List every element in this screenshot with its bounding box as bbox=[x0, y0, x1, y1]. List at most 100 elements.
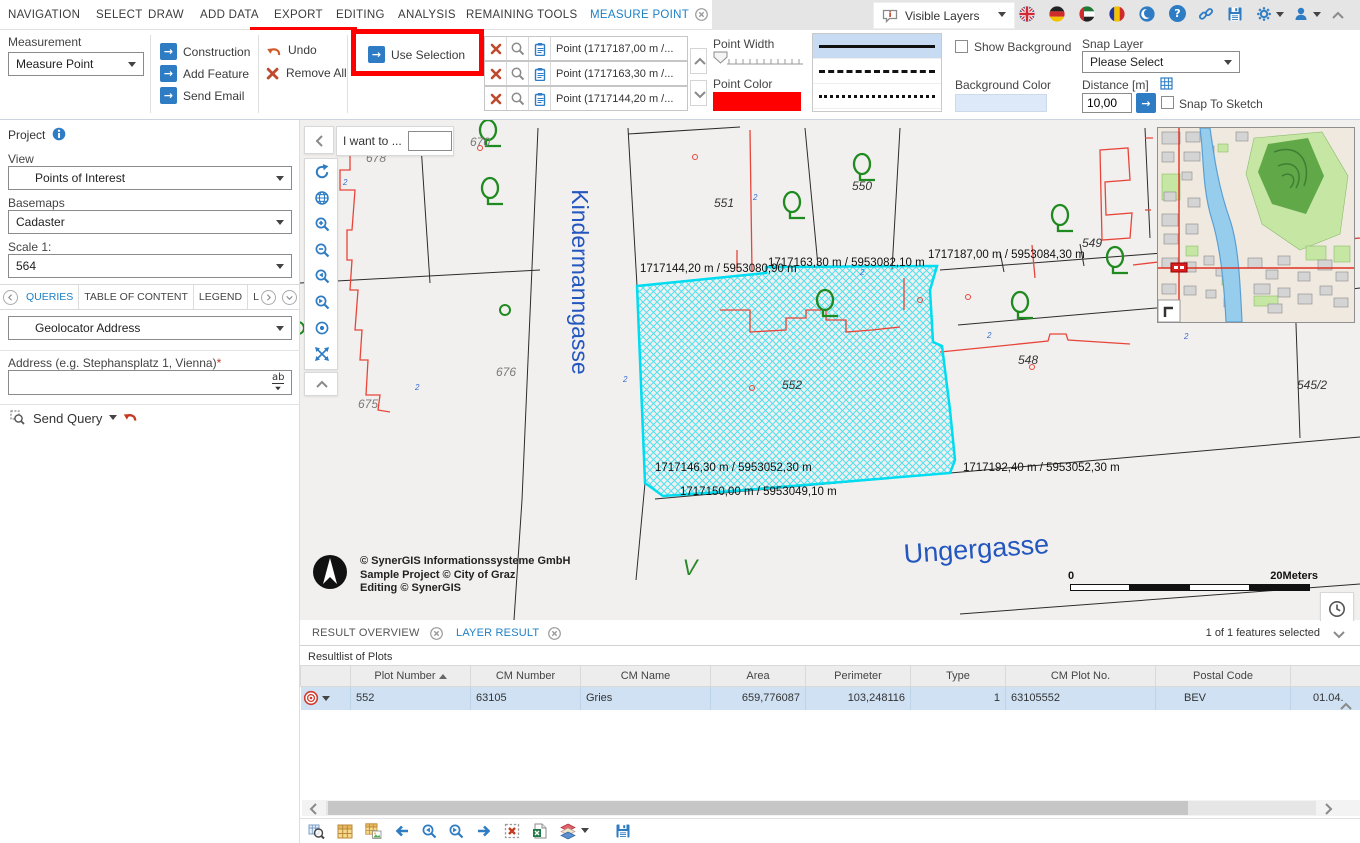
layers-export-button[interactable] bbox=[560, 823, 589, 840]
point-width-slider[interactable] bbox=[713, 50, 805, 66]
previous-result-button[interactable] bbox=[394, 823, 410, 839]
tab-table-of-content[interactable]: TABLE OF CONTENT bbox=[79, 285, 194, 309]
line-style-dotted[interactable] bbox=[813, 84, 941, 109]
export-excel-button[interactable] bbox=[532, 823, 548, 839]
center-map-button[interactable] bbox=[305, 315, 339, 341]
collapse-results-icon[interactable] bbox=[1331, 626, 1346, 641]
globe-overview-button[interactable] bbox=[305, 185, 339, 211]
column-type[interactable]: Type bbox=[911, 666, 1006, 687]
table-scroll-up-icon[interactable] bbox=[1338, 699, 1352, 713]
next-result-button[interactable] bbox=[476, 823, 492, 839]
send-email-button[interactable]: → Send Email bbox=[160, 87, 244, 104]
distance-input[interactable] bbox=[1082, 93, 1132, 113]
clear-selection-button[interactable] bbox=[504, 823, 520, 839]
i-want-to-input[interactable] bbox=[408, 131, 452, 151]
reset-query-icon[interactable] bbox=[122, 410, 138, 424]
language-flag-ro-icon[interactable] bbox=[1109, 6, 1125, 22]
use-selection-button[interactable]: → Use Selection bbox=[368, 46, 465, 63]
crescent-logo-icon[interactable] bbox=[1139, 6, 1155, 22]
snap-to-sketch-checkbox[interactable] bbox=[1161, 96, 1174, 109]
zoom-in-button[interactable] bbox=[305, 211, 339, 237]
add-feature-button[interactable]: → Add Feature bbox=[160, 65, 249, 82]
copy-point-icon[interactable] bbox=[529, 37, 551, 60]
column-cm-number[interactable]: CM Number bbox=[471, 666, 581, 687]
menu-select[interactable]: SELECT bbox=[96, 9, 143, 21]
horizontal-scrollbar[interactable] bbox=[302, 800, 1360, 816]
full-extent-button[interactable] bbox=[305, 341, 339, 367]
tab-result-overview[interactable]: RESULT OVERVIEW bbox=[312, 627, 420, 639]
zoom-previous-button[interactable] bbox=[305, 263, 339, 289]
delete-point-icon[interactable] bbox=[485, 87, 507, 110]
tabs-scroll-right[interactable] bbox=[261, 290, 276, 305]
send-query-button[interactable]: Send Query bbox=[10, 410, 117, 426]
result-row-552[interactable]: 552 63105 Gries 659,776087 103,248116 1 … bbox=[301, 687, 1360, 710]
collapse-sidebar-button[interactable] bbox=[304, 126, 334, 154]
background-color-swatch[interactable] bbox=[955, 94, 1047, 112]
line-style-solid[interactable] bbox=[813, 34, 941, 59]
zoom-to-point-icon[interactable] bbox=[507, 37, 529, 60]
zoom-next-button[interactable] bbox=[305, 289, 339, 315]
zoom-next-result-button[interactable] bbox=[449, 824, 464, 839]
menu-remaining-tools[interactable]: REMAINING TOOLS bbox=[466, 9, 577, 21]
language-flag-ae-icon[interactable] bbox=[1079, 6, 1095, 22]
column-cm-plot-no[interactable]: CM Plot No. bbox=[1006, 666, 1156, 687]
collapse-ribbon-icon[interactable] bbox=[1330, 8, 1346, 22]
line-style-dashed[interactable] bbox=[813, 59, 941, 84]
zoom-out-button[interactable] bbox=[305, 237, 339, 263]
menu-analysis[interactable]: ANALYSIS bbox=[398, 9, 456, 21]
copy-point-icon[interactable] bbox=[529, 87, 551, 110]
snap-layer-select[interactable]: Please Select bbox=[1082, 51, 1240, 73]
row-actions-caret-icon[interactable] bbox=[322, 696, 330, 701]
query-type-select[interactable]: Geolocator Address bbox=[8, 316, 292, 340]
scale-select[interactable]: 564 bbox=[8, 254, 292, 278]
locate-feature-icon[interactable] bbox=[303, 690, 319, 706]
column-plot-number[interactable]: Plot Number bbox=[351, 666, 471, 687]
slider-handle[interactable] bbox=[714, 52, 727, 63]
scroll-right-icon[interactable] bbox=[1320, 801, 1334, 815]
link-icon[interactable] bbox=[1198, 6, 1214, 22]
basemaps-select[interactable]: Cadaster bbox=[8, 210, 292, 234]
menu-navigation[interactable]: NAVIGATION bbox=[8, 9, 80, 21]
close-result-overview-icon[interactable] bbox=[430, 627, 443, 640]
point-color-swatch[interactable] bbox=[713, 92, 801, 111]
tab-truncated[interactable]: L bbox=[248, 285, 259, 309]
zoom-to-result-button[interactable] bbox=[308, 823, 325, 840]
show-background-checkbox[interactable] bbox=[955, 40, 968, 53]
close-layer-result-icon[interactable] bbox=[548, 627, 561, 640]
remove-all-button[interactable]: Remove All bbox=[266, 66, 347, 80]
tab-legend[interactable]: LEGEND bbox=[194, 285, 248, 309]
view-select[interactable]: Points of Interest bbox=[8, 166, 292, 190]
delete-point-icon[interactable] bbox=[485, 62, 507, 85]
overview-expand-button[interactable] bbox=[1158, 300, 1180, 322]
tab-measure-point[interactable]: MEASURE POINT bbox=[590, 9, 689, 21]
scrollbar-thumb[interactable] bbox=[328, 801, 1188, 815]
menu-draw[interactable]: DRAW bbox=[148, 9, 184, 21]
apply-distance-button[interactable]: → bbox=[1136, 93, 1156, 113]
column-cm-name[interactable]: CM Name bbox=[581, 666, 711, 687]
menu-export[interactable]: EXPORT bbox=[274, 9, 323, 21]
tab-layer-result[interactable]: LAYER RESULT bbox=[456, 627, 539, 639]
address-input[interactable] bbox=[8, 370, 292, 395]
table-report-button[interactable] bbox=[365, 823, 382, 839]
collapse-map-toolbar-button[interactable] bbox=[304, 372, 338, 396]
language-flag-de-icon[interactable] bbox=[1049, 6, 1065, 22]
project-info-icon[interactable] bbox=[52, 127, 66, 141]
copy-point-icon[interactable] bbox=[529, 62, 551, 85]
column-area[interactable]: Area bbox=[711, 666, 806, 687]
undo-button[interactable]: Undo bbox=[266, 43, 317, 57]
menu-add-data[interactable]: ADD DATA bbox=[200, 9, 259, 21]
visible-layers-dropdown[interactable]: Visible Layers bbox=[873, 2, 1015, 29]
tabs-scroll-left[interactable] bbox=[3, 290, 18, 305]
overview-map[interactable] bbox=[1157, 127, 1355, 323]
attribute-table-button[interactable] bbox=[337, 824, 353, 839]
column-postal-code[interactable]: Postal Code bbox=[1156, 666, 1291, 687]
user-icon[interactable] bbox=[1293, 6, 1309, 22]
scroll-left-icon[interactable] bbox=[306, 801, 320, 815]
construction-button[interactable]: → Construction bbox=[160, 43, 250, 60]
tab-queries[interactable]: QUERIES bbox=[21, 285, 79, 309]
point-list-scroll-up[interactable] bbox=[690, 48, 707, 74]
measurement-type-select[interactable]: Measure Point bbox=[8, 52, 144, 76]
help-icon[interactable]: ? bbox=[1169, 5, 1186, 22]
point-list-scroll-down[interactable] bbox=[690, 80, 707, 106]
save-results-button[interactable] bbox=[615, 823, 631, 839]
